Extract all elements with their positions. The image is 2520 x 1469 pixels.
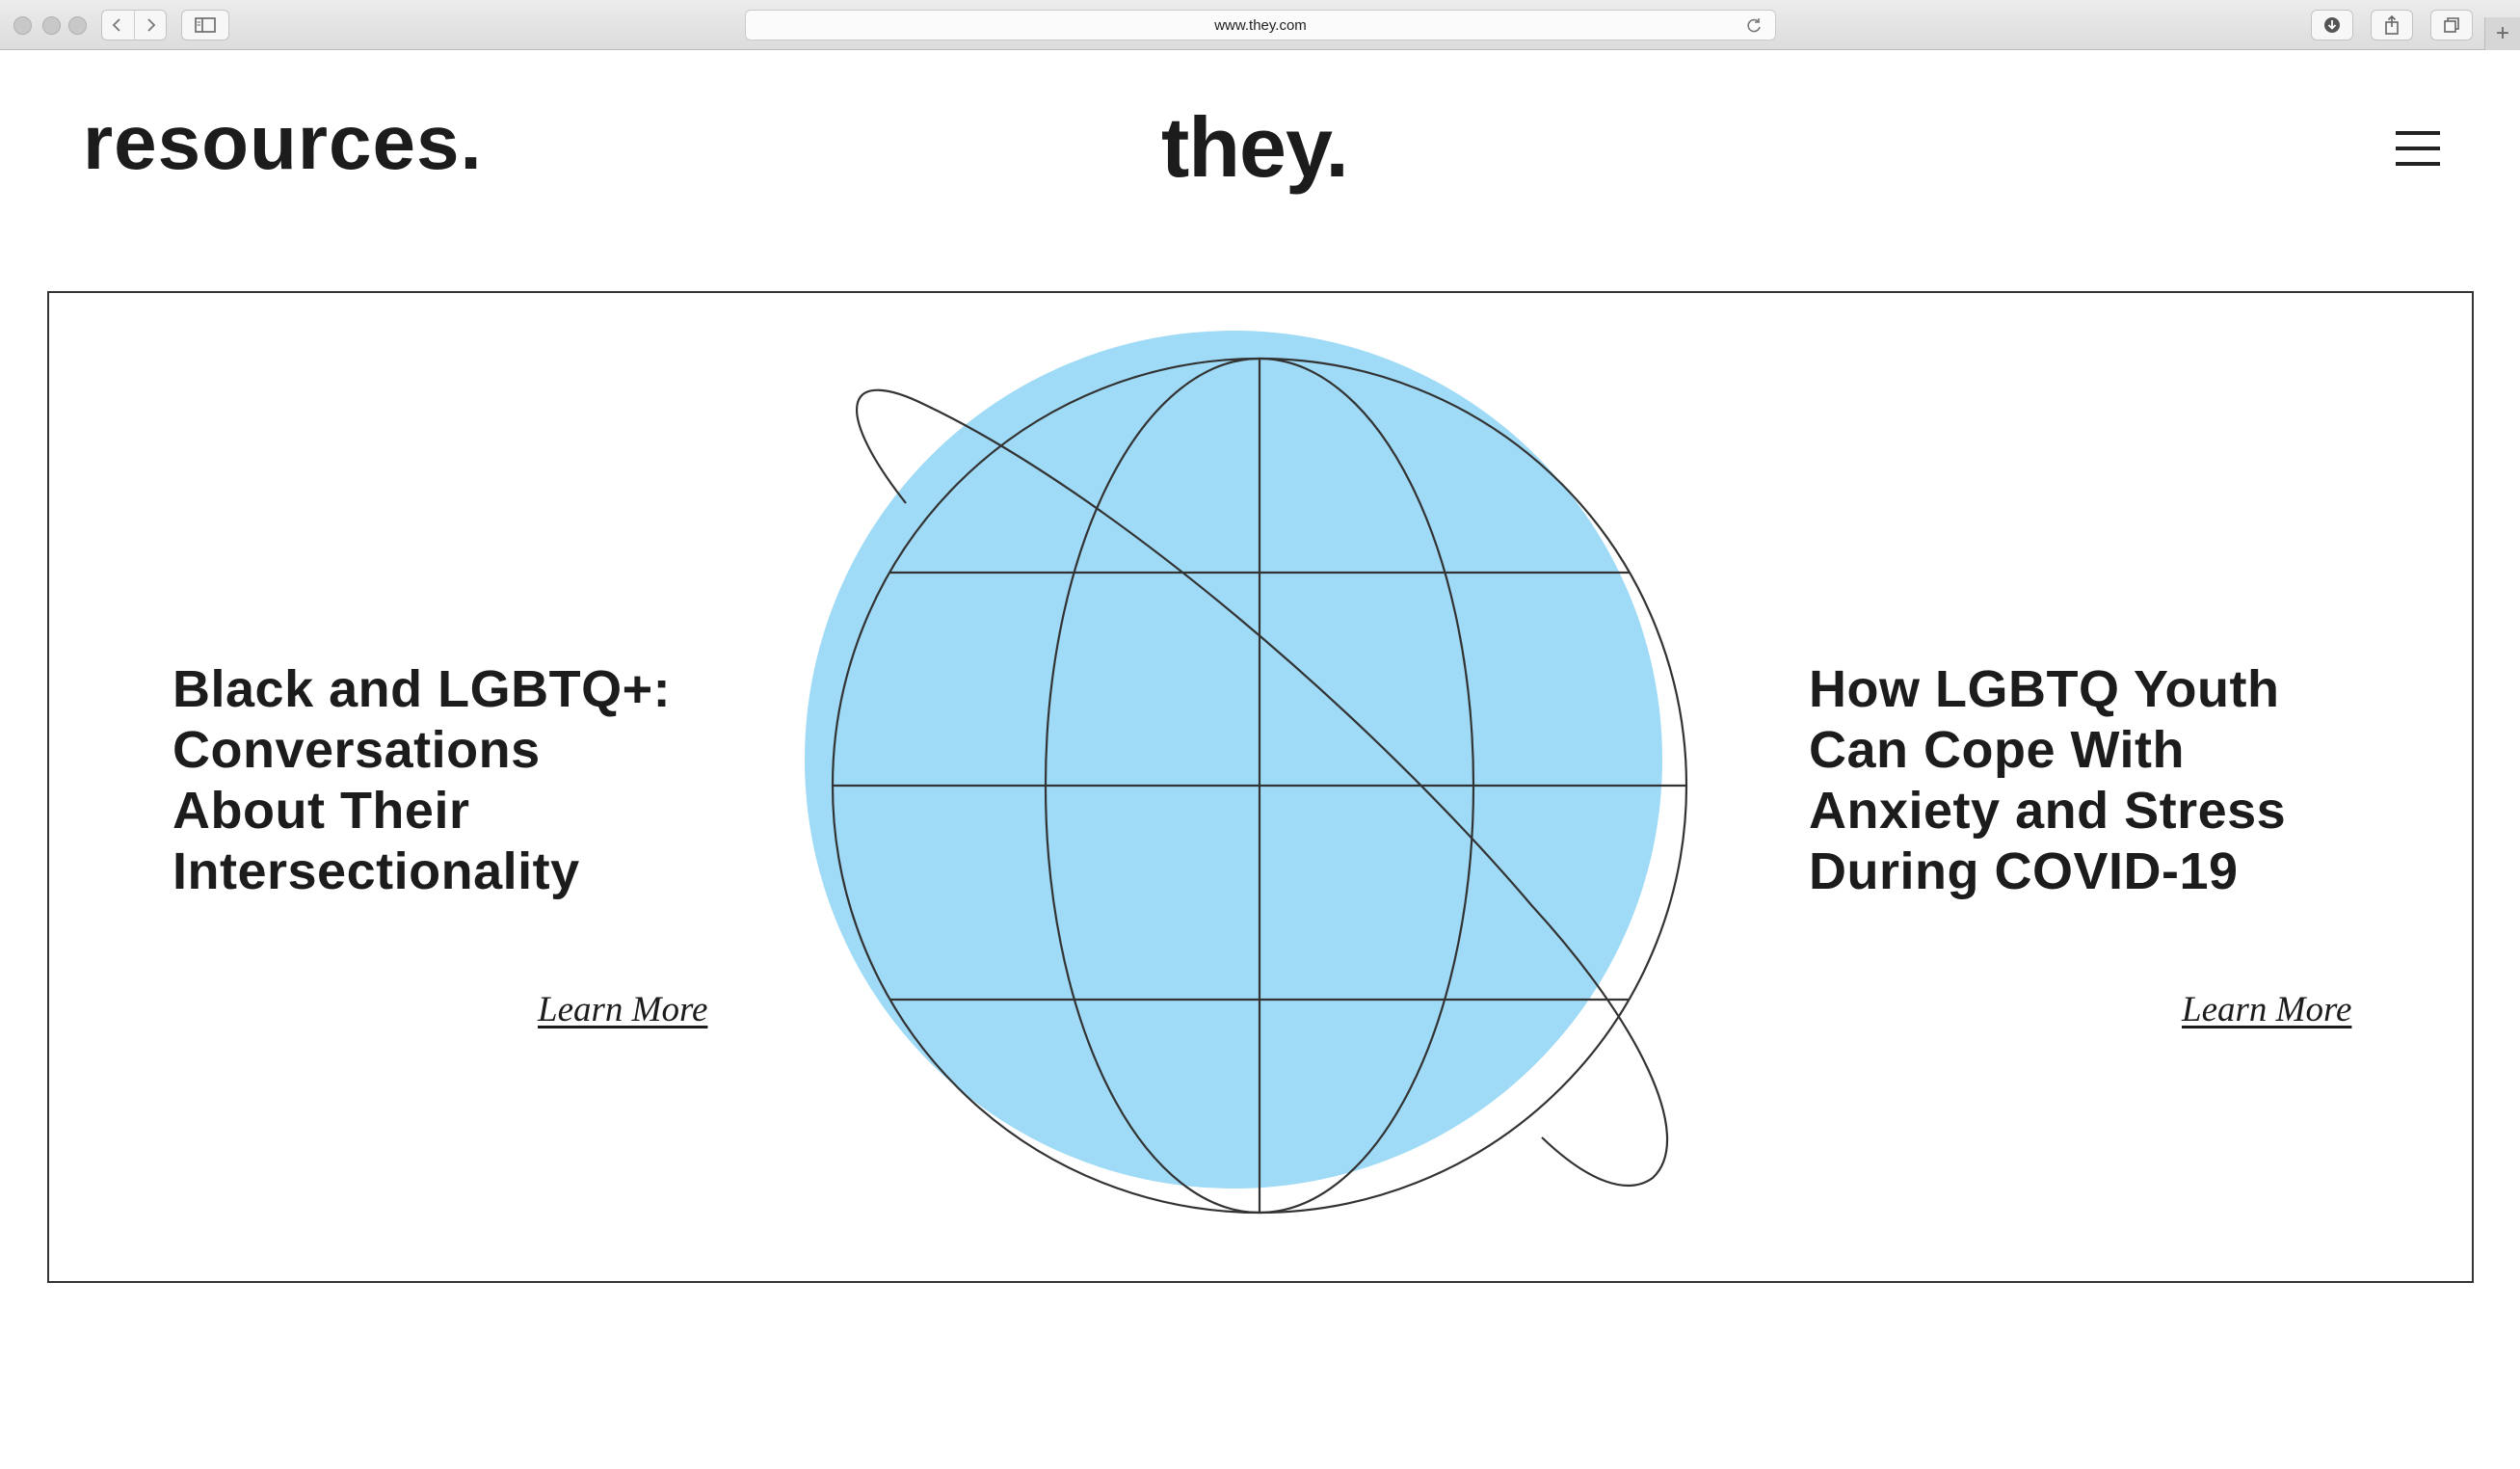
resources-panel: Black and LGBTQ+: Conversations About Th… — [47, 291, 2474, 1283]
article-card: Black and LGBTQ+: Conversations About Th… — [172, 659, 751, 902]
navigation-buttons — [101, 10, 167, 40]
learn-more-link[interactable]: Learn More — [538, 989, 707, 1030]
tabs-icon — [2444, 17, 2459, 33]
url-text: www.they.com — [1214, 16, 1307, 34]
browser-toolbar: www.they.com + — [0, 0, 2520, 50]
sidebar-button[interactable] — [181, 10, 229, 40]
back-button[interactable] — [102, 11, 134, 40]
reload-icon[interactable] — [1744, 16, 1764, 36]
article-card: How LGBTQ Youth Can Cope With Anxiety an… — [1809, 659, 2387, 902]
zoom-window-button[interactable] — [68, 16, 87, 35]
download-button[interactable] — [2311, 10, 2353, 40]
minimize-window-button[interactable] — [42, 16, 61, 35]
site-header: resources. they. — [0, 50, 2520, 243]
new-tab-button[interactable]: + — [2484, 17, 2520, 50]
tabs-overview-button[interactable] — [2430, 10, 2473, 40]
download-icon — [2324, 17, 2340, 33]
close-window-button[interactable] — [13, 16, 32, 35]
plus-icon: + — [2495, 20, 2509, 46]
article-title[interactable]: How LGBTQ Youth Can Cope With Anxiety an… — [1809, 659, 2387, 902]
chevron-right-icon — [147, 18, 156, 32]
forward-button[interactable] — [133, 11, 167, 40]
section-title: resources. — [83, 99, 483, 185]
menu-button[interactable] — [2396, 127, 2442, 174]
article-title[interactable]: Black and LGBTQ+: Conversations About Th… — [172, 659, 751, 902]
chevron-left-icon — [112, 18, 120, 32]
address-bar[interactable]: www.they.com — [745, 10, 1776, 40]
share-button[interactable] — [2371, 10, 2413, 40]
hamburger-menu-icon — [2396, 131, 2440, 135]
learn-more-link[interactable]: Learn More — [2182, 989, 2351, 1030]
site-logo[interactable]: they. — [1161, 98, 1349, 197]
share-icon — [2385, 14, 2399, 35]
sidebar-icon — [195, 17, 216, 33]
